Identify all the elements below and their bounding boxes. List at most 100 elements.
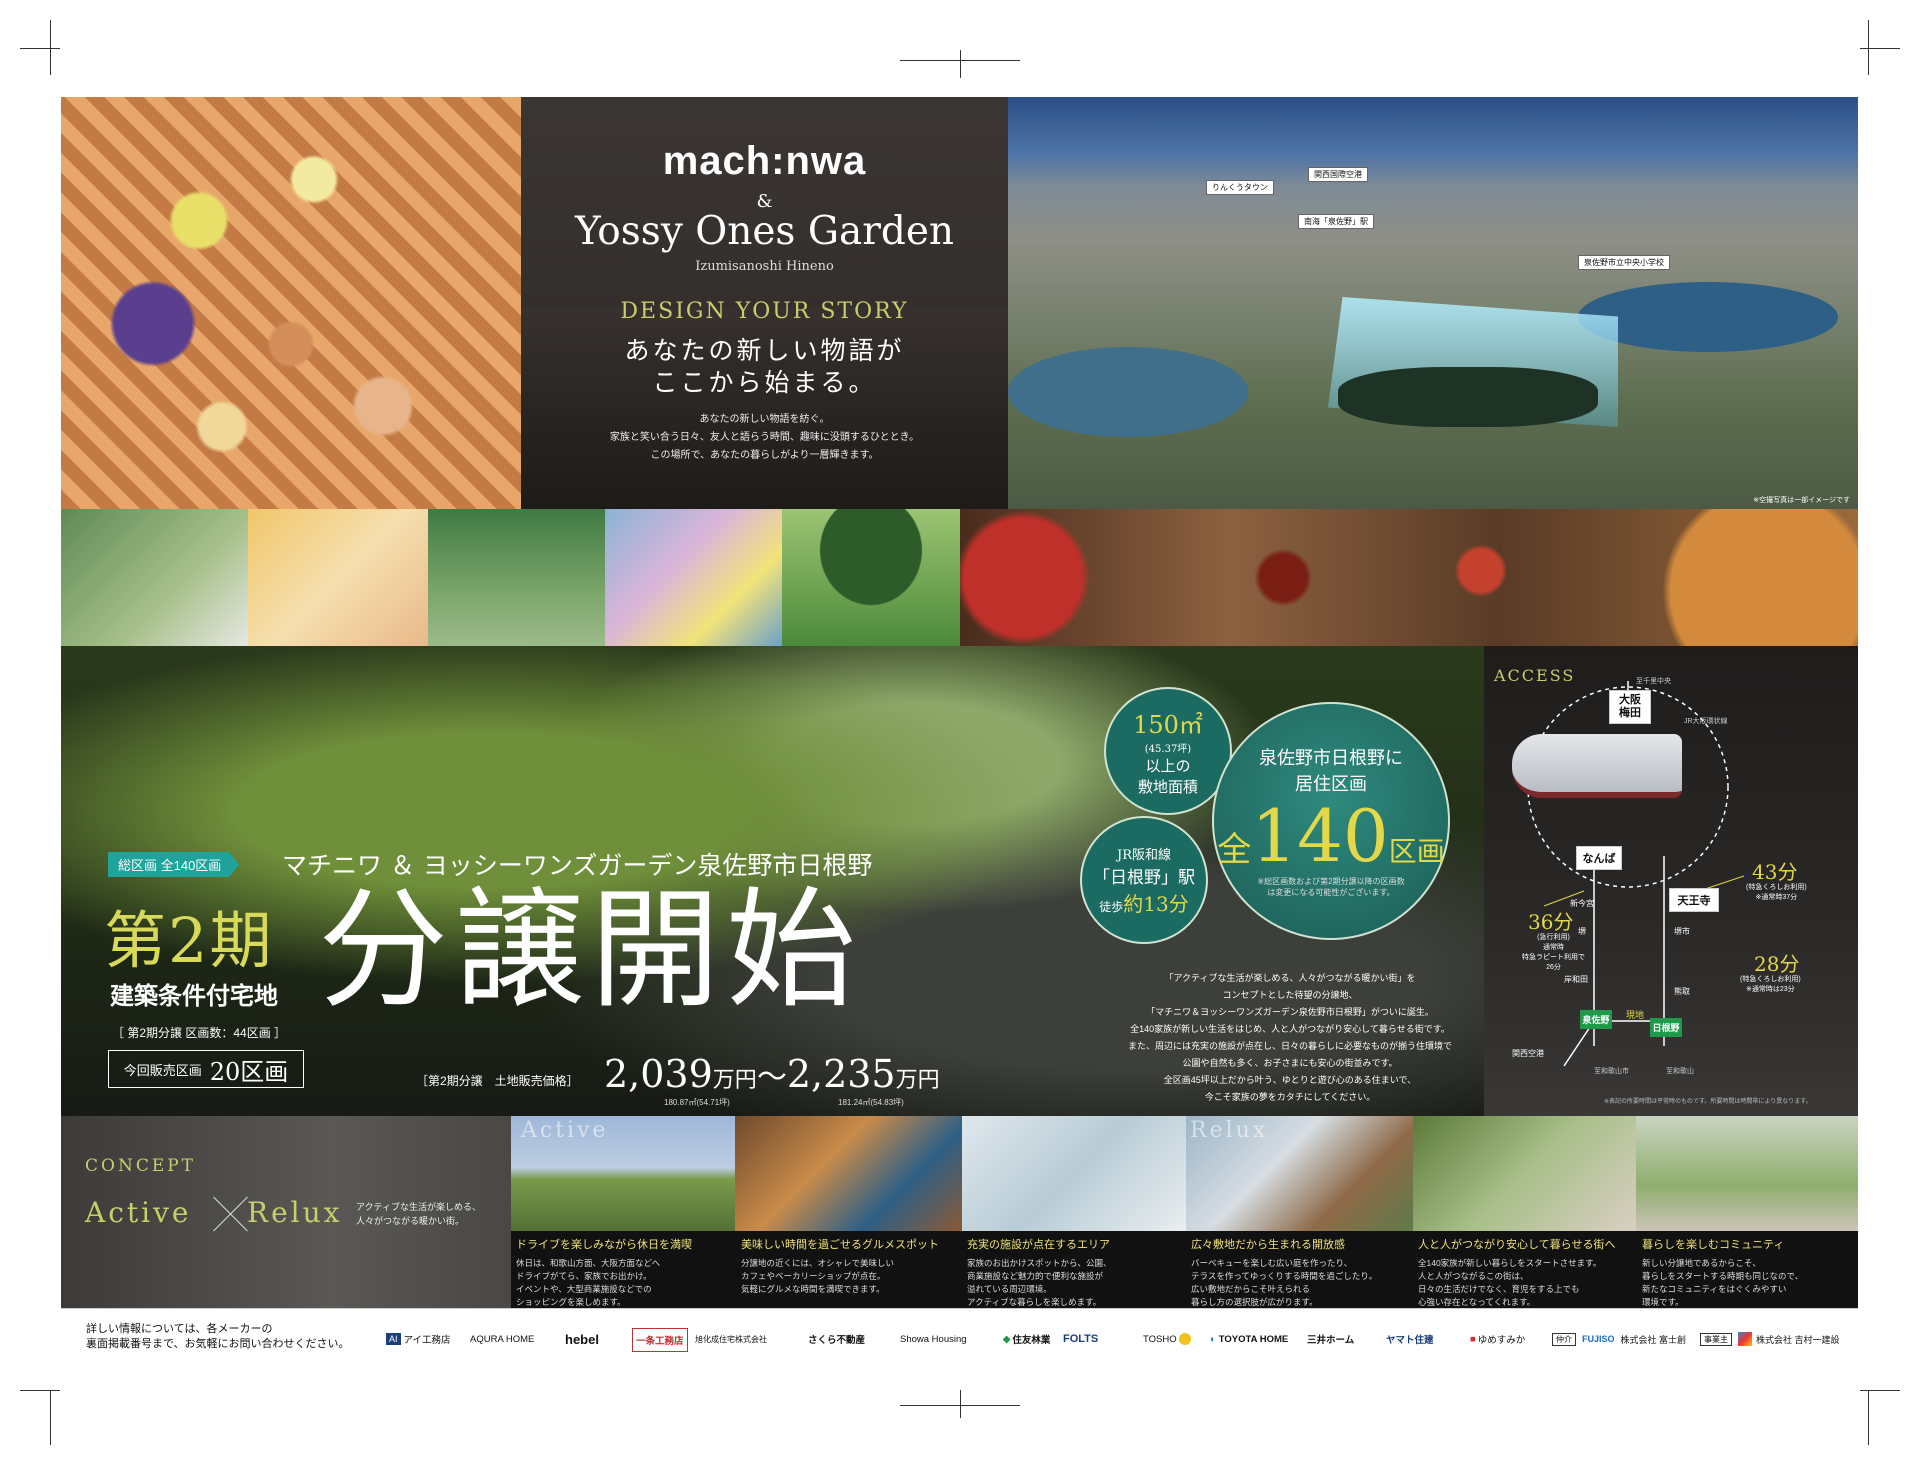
aerial-note: ※空撮写真は一部イメージです xyxy=(1753,497,1850,504)
strip-item-drive: ドライブを楽しみながら休日を満喫 休日は、和歌山方面、大阪方面などへ ドライブが… xyxy=(516,1236,731,1309)
area-circle: 150㎡ (45.37坪) 以上の 敷地面積 xyxy=(1104,687,1232,815)
aerial-label: 南海「泉佐野」駅 xyxy=(1298,214,1374,229)
hero-body-3: この場所で、あなたの暮らしがより一層輝きます。 xyxy=(650,450,879,461)
current-lots-label: 今回販売区画 xyxy=(123,1062,202,1078)
aerial-label: りんくうタウン xyxy=(1206,180,1274,195)
strip-item-facilities: 充実の施設が点在するエリア 家族のお出かけスポットから、公園、 商業施設など魅力… xyxy=(967,1236,1182,1309)
total-line-1: 泉佐野市日根野に xyxy=(1259,748,1403,769)
brand-subtitle: Izumisanoshi Hineno xyxy=(695,259,834,274)
current-lots-box: 今回販売区画 20区画 xyxy=(108,1050,304,1088)
strip-title: 暮らしを楽しむコミュニティ xyxy=(1642,1238,1785,1251)
operator-block: 事業主 株式会社 吉村一建設 xyxy=(1700,1328,1840,1350)
access-panel: ACCESS 大阪 梅田 なんば 天王寺 新今宮 堺 堺市 岸和田 熊取 泉佐野… xyxy=(1484,646,1858,1116)
concept-word-relux: Relux xyxy=(247,1196,343,1229)
sales-start-title: 分譲開始 xyxy=(318,874,863,1026)
station-kumatori: 熊取 xyxy=(1674,987,1690,996)
strip-body: バーベキューを楽しむ広い庭を作ったり、 テラスを作ってゆっくりする時間を過ごした… xyxy=(1191,1258,1378,1307)
station-kishiwada: 岸和田 xyxy=(1564,975,1588,984)
logo-tosho: TOSHO xyxy=(1143,1328,1191,1350)
brand-panel: mach:nwa & Yossy Ones Garden Izumisanosh… xyxy=(521,97,1008,509)
tagline-jp-1: あなたの新しい物語が xyxy=(624,336,905,365)
station-circle: JR阪和線 「日根野」駅 徒歩約13分 xyxy=(1080,816,1208,944)
logo-sakura: さくら不動産 xyxy=(808,1335,866,1346)
price-label: ［第2期分譲 土地販売価格］ xyxy=(416,1074,579,1088)
photo-bench xyxy=(428,509,605,646)
concept-line: 全区画45坪以上だから叶う、ゆとりと遊び心のある住まいで、 xyxy=(1163,1075,1417,1085)
crop-mark xyxy=(50,1390,51,1445)
concept-line: 「マチニワ＆ヨッシーワンズガーデン泉佐野市日根野」がついに誕生。 xyxy=(1146,1007,1434,1017)
price-unit: 万円 xyxy=(712,1068,757,1093)
site-marker: 現地 xyxy=(1626,1010,1645,1020)
strip-item-connection: 人と人がつながり安心して暮らせる街へ 全140家族が新しい暮らしをスタートさせま… xyxy=(1418,1236,1632,1309)
strip-item-gourmet: 美味しい時間を過ごせるグルメスポット 分譲地の近くには、オシャレで美味しい カフ… xyxy=(741,1236,956,1296)
strip-body: 休日は、和歌山方面、大阪方面などへ ドライブがてら、家族でお出かけ。 イベントや… xyxy=(516,1258,661,1307)
concept-paragraph: 「アクティブな生活が楽しめる、人々がつながる暖かい街」を コンセプトとした待望の… xyxy=(1120,970,1460,1106)
access-note: ※表記の所要時間は平常時のものです。所要時間は時間帯により異なります。 xyxy=(1604,1099,1812,1105)
broker-company: 株式会社 富士創 xyxy=(1620,1334,1687,1345)
concept-panel: CONCEPT Active Relux アクティブな生活が楽しめる、人々がつな… xyxy=(61,1116,511,1308)
photo-mother-child xyxy=(248,509,428,646)
logo-mitsui-home: 三井ホーム xyxy=(1307,1335,1355,1346)
area-label-2: 敷地面積 xyxy=(1137,778,1198,796)
price-sep: 〜 xyxy=(756,1060,787,1095)
strip-item-community: 暮らしを楽しむコミュニティ 新しい分譲地であるからこそ、 暮らしをスタートする時… xyxy=(1642,1236,1854,1309)
station-kix: 関西空港 xyxy=(1512,1049,1544,1058)
crop-mark xyxy=(20,48,60,49)
station-time: 徒歩約13分 xyxy=(1099,891,1189,916)
station-tennoji: 天王寺 xyxy=(1669,888,1719,912)
strip-body: 新しい分譲地であるからこそ、 暮らしをスタートする時期も同じなので、 新たなコミ… xyxy=(1642,1258,1804,1307)
time-osaka-note: (特急くろしお利用) ※通常時は23分 xyxy=(1740,976,1801,993)
total-note: ※総区画数および第2期分譲以降の区画数は変更になる可能性がございます。 xyxy=(1257,877,1405,897)
tagline-en: DESIGN YOUR STORY xyxy=(620,299,909,324)
station-hineno: 日根野 xyxy=(1650,1018,1682,1037)
strip-body: 分譲地の近くには、オシャレで美味しい カフェやベーカリーショップが点在。 気軽に… xyxy=(741,1258,895,1294)
price-unit-2: 万円 xyxy=(895,1068,940,1093)
concept-line: また、周辺には充実の施設が点在し、日々の暮らしに必要なものが揃う住環境で xyxy=(1127,1041,1452,1051)
dest-wakayama-shi: 至和歌山市 xyxy=(1594,1068,1629,1075)
tagline-jp-2: ここから始まる。 xyxy=(652,368,877,397)
strip-photo-community xyxy=(1636,1116,1858,1231)
station-osaka: 大阪 梅田 xyxy=(1609,690,1651,724)
logo-aqura-home: AQURA HOME xyxy=(470,1333,535,1345)
photo-family-park xyxy=(61,509,248,646)
photo-playground xyxy=(605,509,782,646)
total-line-2: 居住区画 xyxy=(1295,774,1367,795)
area-tsubo: (45.37坪) xyxy=(1144,744,1192,755)
crop-mark xyxy=(1868,20,1869,75)
route-map xyxy=(1527,681,1745,1067)
strip-title: 広々敷地だから生まれる開放感 xyxy=(1191,1238,1345,1251)
strip-photo-drive: Active xyxy=(511,1116,735,1231)
strip-title: 美味しい時間を過ごせるグルメスポット xyxy=(741,1238,939,1251)
concept-title: CONCEPT xyxy=(85,1156,197,1176)
dest-senri: 至千里中央 xyxy=(1636,678,1671,685)
strip-title: ドライブを楽しみながら休日を満喫 xyxy=(516,1238,692,1251)
time-tennoji-note: (特急くろしお利用) ※通常時37分 xyxy=(1746,884,1807,901)
operator-mark xyxy=(1738,1332,1752,1346)
loop-label: JR大阪環状線 xyxy=(1684,718,1728,725)
cross-icon xyxy=(211,1194,251,1234)
crop-mark xyxy=(1868,1390,1869,1445)
site-pond xyxy=(1338,367,1598,427)
crop-mark xyxy=(20,1390,60,1391)
dest-wakayama: 至和歌山 xyxy=(1666,1068,1694,1075)
hero-body-1: あなたの新しい物語を紡ぐ。 xyxy=(699,414,830,425)
current-lots-value: 20区画 xyxy=(209,1057,289,1086)
strip-photo-family xyxy=(962,1116,1186,1231)
concept-line: 公園や自然も多く、お子さまにも安心の街並みです。 xyxy=(1182,1058,1398,1068)
train-image xyxy=(1512,734,1682,798)
brand-title: Yossy Ones Garden xyxy=(574,209,955,254)
logo-yamato: ヤマト住建 xyxy=(1386,1335,1434,1346)
area-label-1: 以上の xyxy=(1145,757,1191,775)
concept-line: コンセプトとした待望の分譲地、 xyxy=(1222,990,1358,1000)
aerial-label: 泉佐野市立中央小学校 xyxy=(1578,255,1670,270)
logo-asahikasei: 旭化成住宅株式会社 xyxy=(695,1334,767,1344)
logo-yumesumika: ■ ゆめすみか xyxy=(1470,1333,1526,1347)
time-osaka: 28分 xyxy=(1754,952,1800,976)
strip-title: 充実の施設が点在するエリア xyxy=(967,1238,1110,1251)
subtype-label: 建築条件付宅地 xyxy=(110,981,278,1010)
logo-folts: FOLTS xyxy=(1063,1333,1099,1345)
station-sakaishi: 堺市 xyxy=(1674,927,1690,936)
logo-showa-housing: Showa Housing xyxy=(900,1333,967,1345)
strip-item-openness: 広々敷地だから生まれる開放感 バーベキューを楽しむ広い庭を作ったり、 テラスを作… xyxy=(1191,1236,1409,1309)
concept-line: 全140家族が新しい生活をはじめ、人と人がつながり安心して暮らせる街です。 xyxy=(1130,1024,1450,1034)
